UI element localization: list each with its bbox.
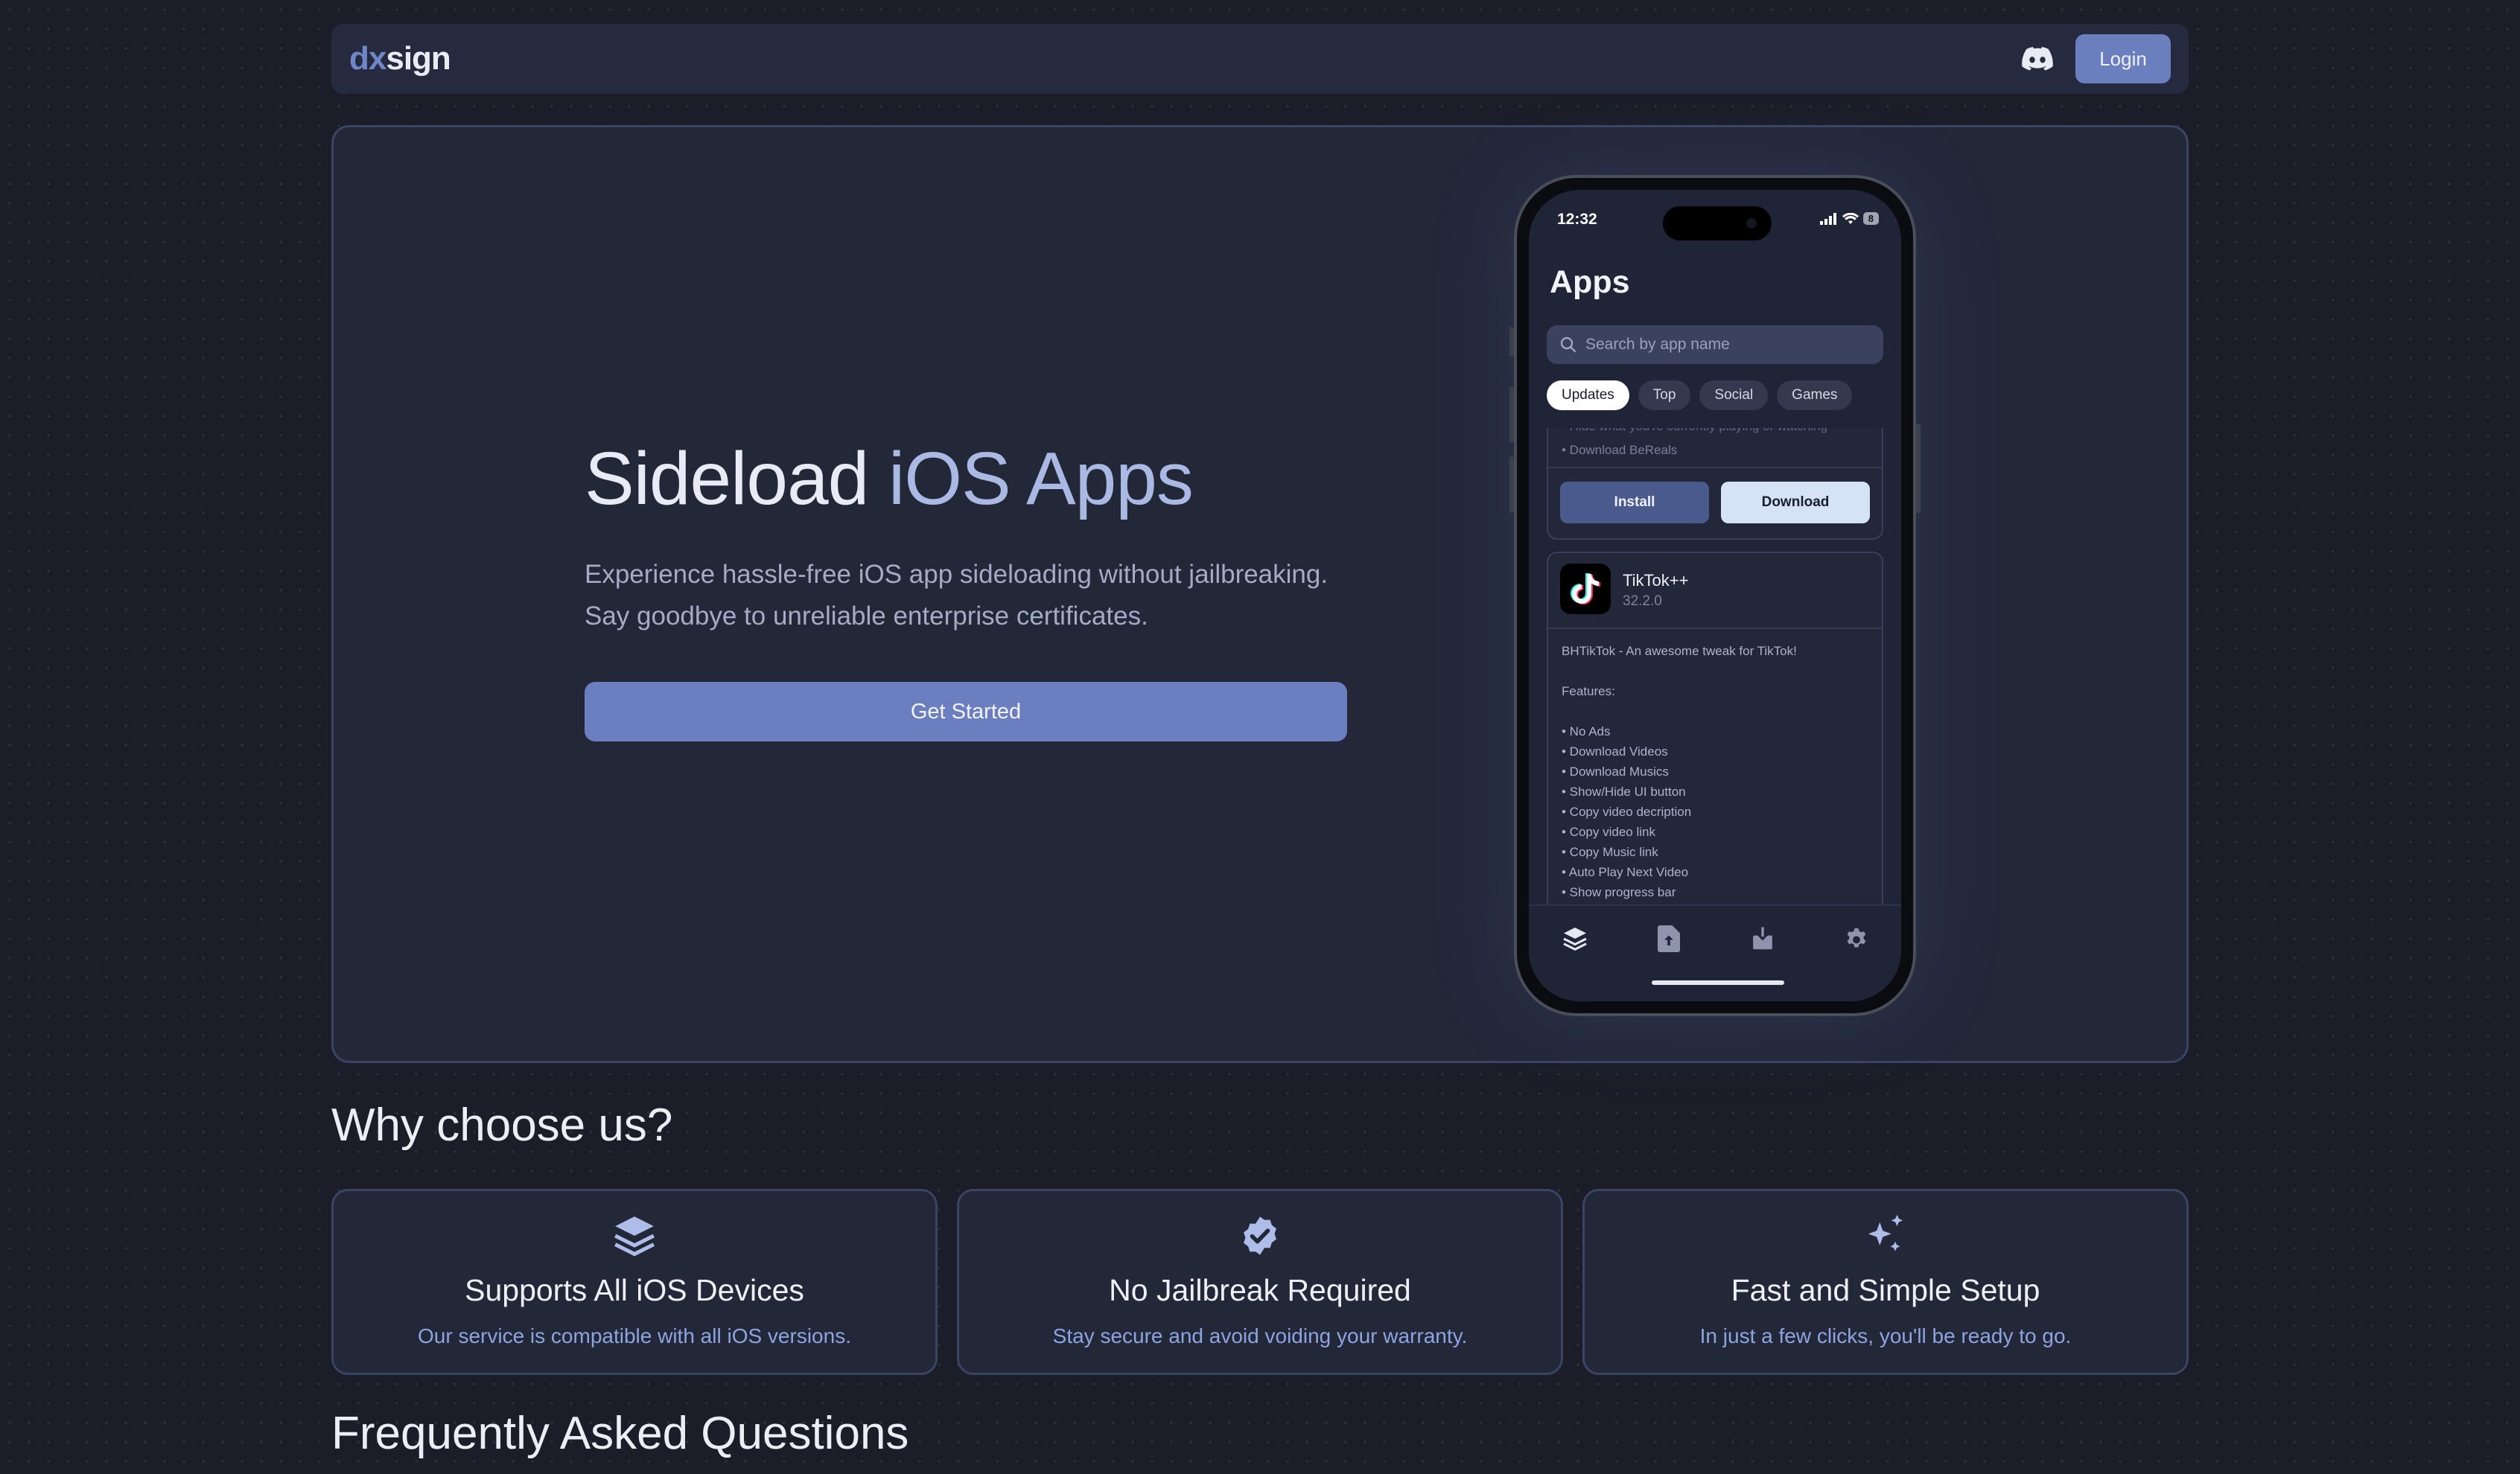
why-section-title: Why choose us? [331, 1100, 673, 1151]
feature-item: • Auto Play Next Video [1562, 865, 1689, 879]
navbar: dxsign Login [331, 24, 2189, 94]
app-description-text: BHTikTok - An awesome tweak for TikTok! [1562, 644, 1797, 658]
card-buttons: Install Download [1560, 482, 1870, 523]
layers-icon[interactable] [1560, 924, 1590, 954]
feature-item: • No Ads [1562, 724, 1611, 738]
app-search-box[interactable] [1547, 325, 1883, 364]
sparkles-icon [1862, 1212, 1909, 1260]
app-name: TikTok++ [1623, 571, 1689, 590]
feature-description: Our service is compatible with all iOS v… [418, 1324, 851, 1347]
download-button[interactable]: Download [1721, 482, 1870, 523]
chip-social[interactable]: Social [1699, 380, 1769, 410]
phone-screen: 12:32 8 Apps Updates Top Social Games [1529, 190, 1901, 1001]
faq-section-title: Frequently Asked Questions [331, 1408, 909, 1459]
status-time: 12:32 [1557, 211, 1597, 228]
screen-title: Apps [1550, 264, 1630, 300]
phone-action-button [1509, 327, 1514, 357]
feature-title: Fast and Simple Setup [1731, 1273, 2040, 1307]
chip-updates[interactable]: Updates [1547, 380, 1629, 410]
feature-card-devices: Supports All iOS Devices Our service is … [331, 1189, 938, 1375]
logo-suffix: sign [386, 40, 451, 77]
app-version: 32.2.0 [1623, 593, 1662, 609]
install-button[interactable]: Install [1560, 482, 1709, 523]
hero-subtitle-line2: Say goodbye to unreliable enterprise cer… [585, 602, 1148, 631]
status-icons: 8 [1819, 212, 1879, 225]
logo-prefix: dx [349, 40, 386, 77]
nav-actions: Login [2020, 34, 2171, 83]
wifi-icon [1842, 212, 1859, 224]
home-indicator [1652, 980, 1784, 985]
hero-title: Sideload iOS Apps [585, 440, 1359, 518]
features-heading: Features: [1562, 684, 1615, 698]
logo[interactable]: dxsign [349, 40, 451, 77]
features-grid: Supports All iOS Devices Our service is … [331, 1189, 2189, 1375]
feature-item: • Show/Hide UI button [1562, 785, 1686, 799]
discord-icon[interactable] [2020, 42, 2055, 76]
feature-description: Stay secure and avoid voiding your warra… [1052, 1324, 1468, 1347]
feature-item: • Copy video decription [1562, 805, 1692, 819]
chip-games[interactable]: Games [1777, 380, 1853, 410]
feature-item: • Copy video link [1562, 825, 1655, 839]
app-search-input[interactable] [1585, 336, 1854, 354]
hero-title-main: Sideload [585, 437, 888, 520]
verified-badge-icon [1236, 1212, 1284, 1260]
status-bar: 12:32 8 [1529, 206, 1901, 240]
hero-section: Sideload iOS Apps Experience hassle-free… [331, 125, 2189, 1063]
app-card-partial: • Hide what you're currently playing or … [1547, 428, 1883, 540]
feature-description: In just a few clicks, you'll be ready to… [1699, 1324, 2072, 1347]
feature-item: • Show progress bar [1562, 885, 1676, 899]
faded-feature-text: • Hide what you're currently playing or … [1562, 428, 1827, 434]
hero-text: Sideload iOS Apps Experience hassle-free… [585, 440, 1359, 741]
hero-title-accent: iOS Apps [888, 437, 1194, 520]
feature-item: • Download Musics [1562, 765, 1669, 779]
feature-card-no-jailbreak: No Jailbreak Required Stay secure and av… [957, 1189, 1563, 1375]
card-divider [1548, 467, 1882, 468]
phone-power-button [1916, 424, 1921, 513]
phone-mockup: 12:32 8 Apps Updates Top Social Games [1509, 175, 1921, 1016]
tab-bar [1529, 904, 1901, 1001]
card-divider [1548, 628, 1882, 629]
category-chips: Updates Top Social Games [1547, 380, 1853, 410]
tiktok-icon [1560, 564, 1611, 614]
phone-volume-up [1509, 386, 1514, 443]
chip-top[interactable]: Top [1638, 380, 1691, 410]
file-upload-icon[interactable] [1654, 924, 1684, 954]
search-icon [1560, 336, 1576, 353]
get-started-button[interactable]: Get Started [585, 682, 1347, 741]
download-tray-icon[interactable] [1748, 924, 1778, 954]
settings-gear-icon[interactable] [1842, 924, 1871, 954]
app-description: BHTikTok - An awesome tweak for TikTok! … [1562, 641, 1870, 902]
feature-line: • Download BeReals [1562, 443, 1678, 457]
hero-subtitle: Experience hassle-free iOS app sideloadi… [585, 554, 1359, 637]
app-feed[interactable]: • Hide what you're currently playing or … [1547, 428, 1883, 904]
feature-title: Supports All iOS Devices [465, 1273, 804, 1307]
feature-item: • Download Videos [1562, 744, 1668, 759]
app-card-tiktok[interactable]: TikTok++ 32.2.0 BHTikTok - An awesome tw… [1547, 552, 1883, 904]
feature-item: • Copy Music link [1562, 845, 1658, 859]
feature-card-setup: Fast and Simple Setup In just a few clic… [1582, 1189, 2189, 1375]
hero-subtitle-line1: Experience hassle-free iOS app sideloadi… [585, 560, 1329, 589]
phone-volume-down [1509, 456, 1514, 513]
dynamic-island [1663, 206, 1772, 240]
login-button[interactable]: Login [2075, 34, 2171, 83]
feature-title: No Jailbreak Required [1109, 1273, 1411, 1307]
camera-dot [1746, 218, 1757, 229]
layers-icon [611, 1212, 658, 1260]
signal-icon [1819, 212, 1836, 225]
battery-icon: 8 [1862, 212, 1879, 225]
